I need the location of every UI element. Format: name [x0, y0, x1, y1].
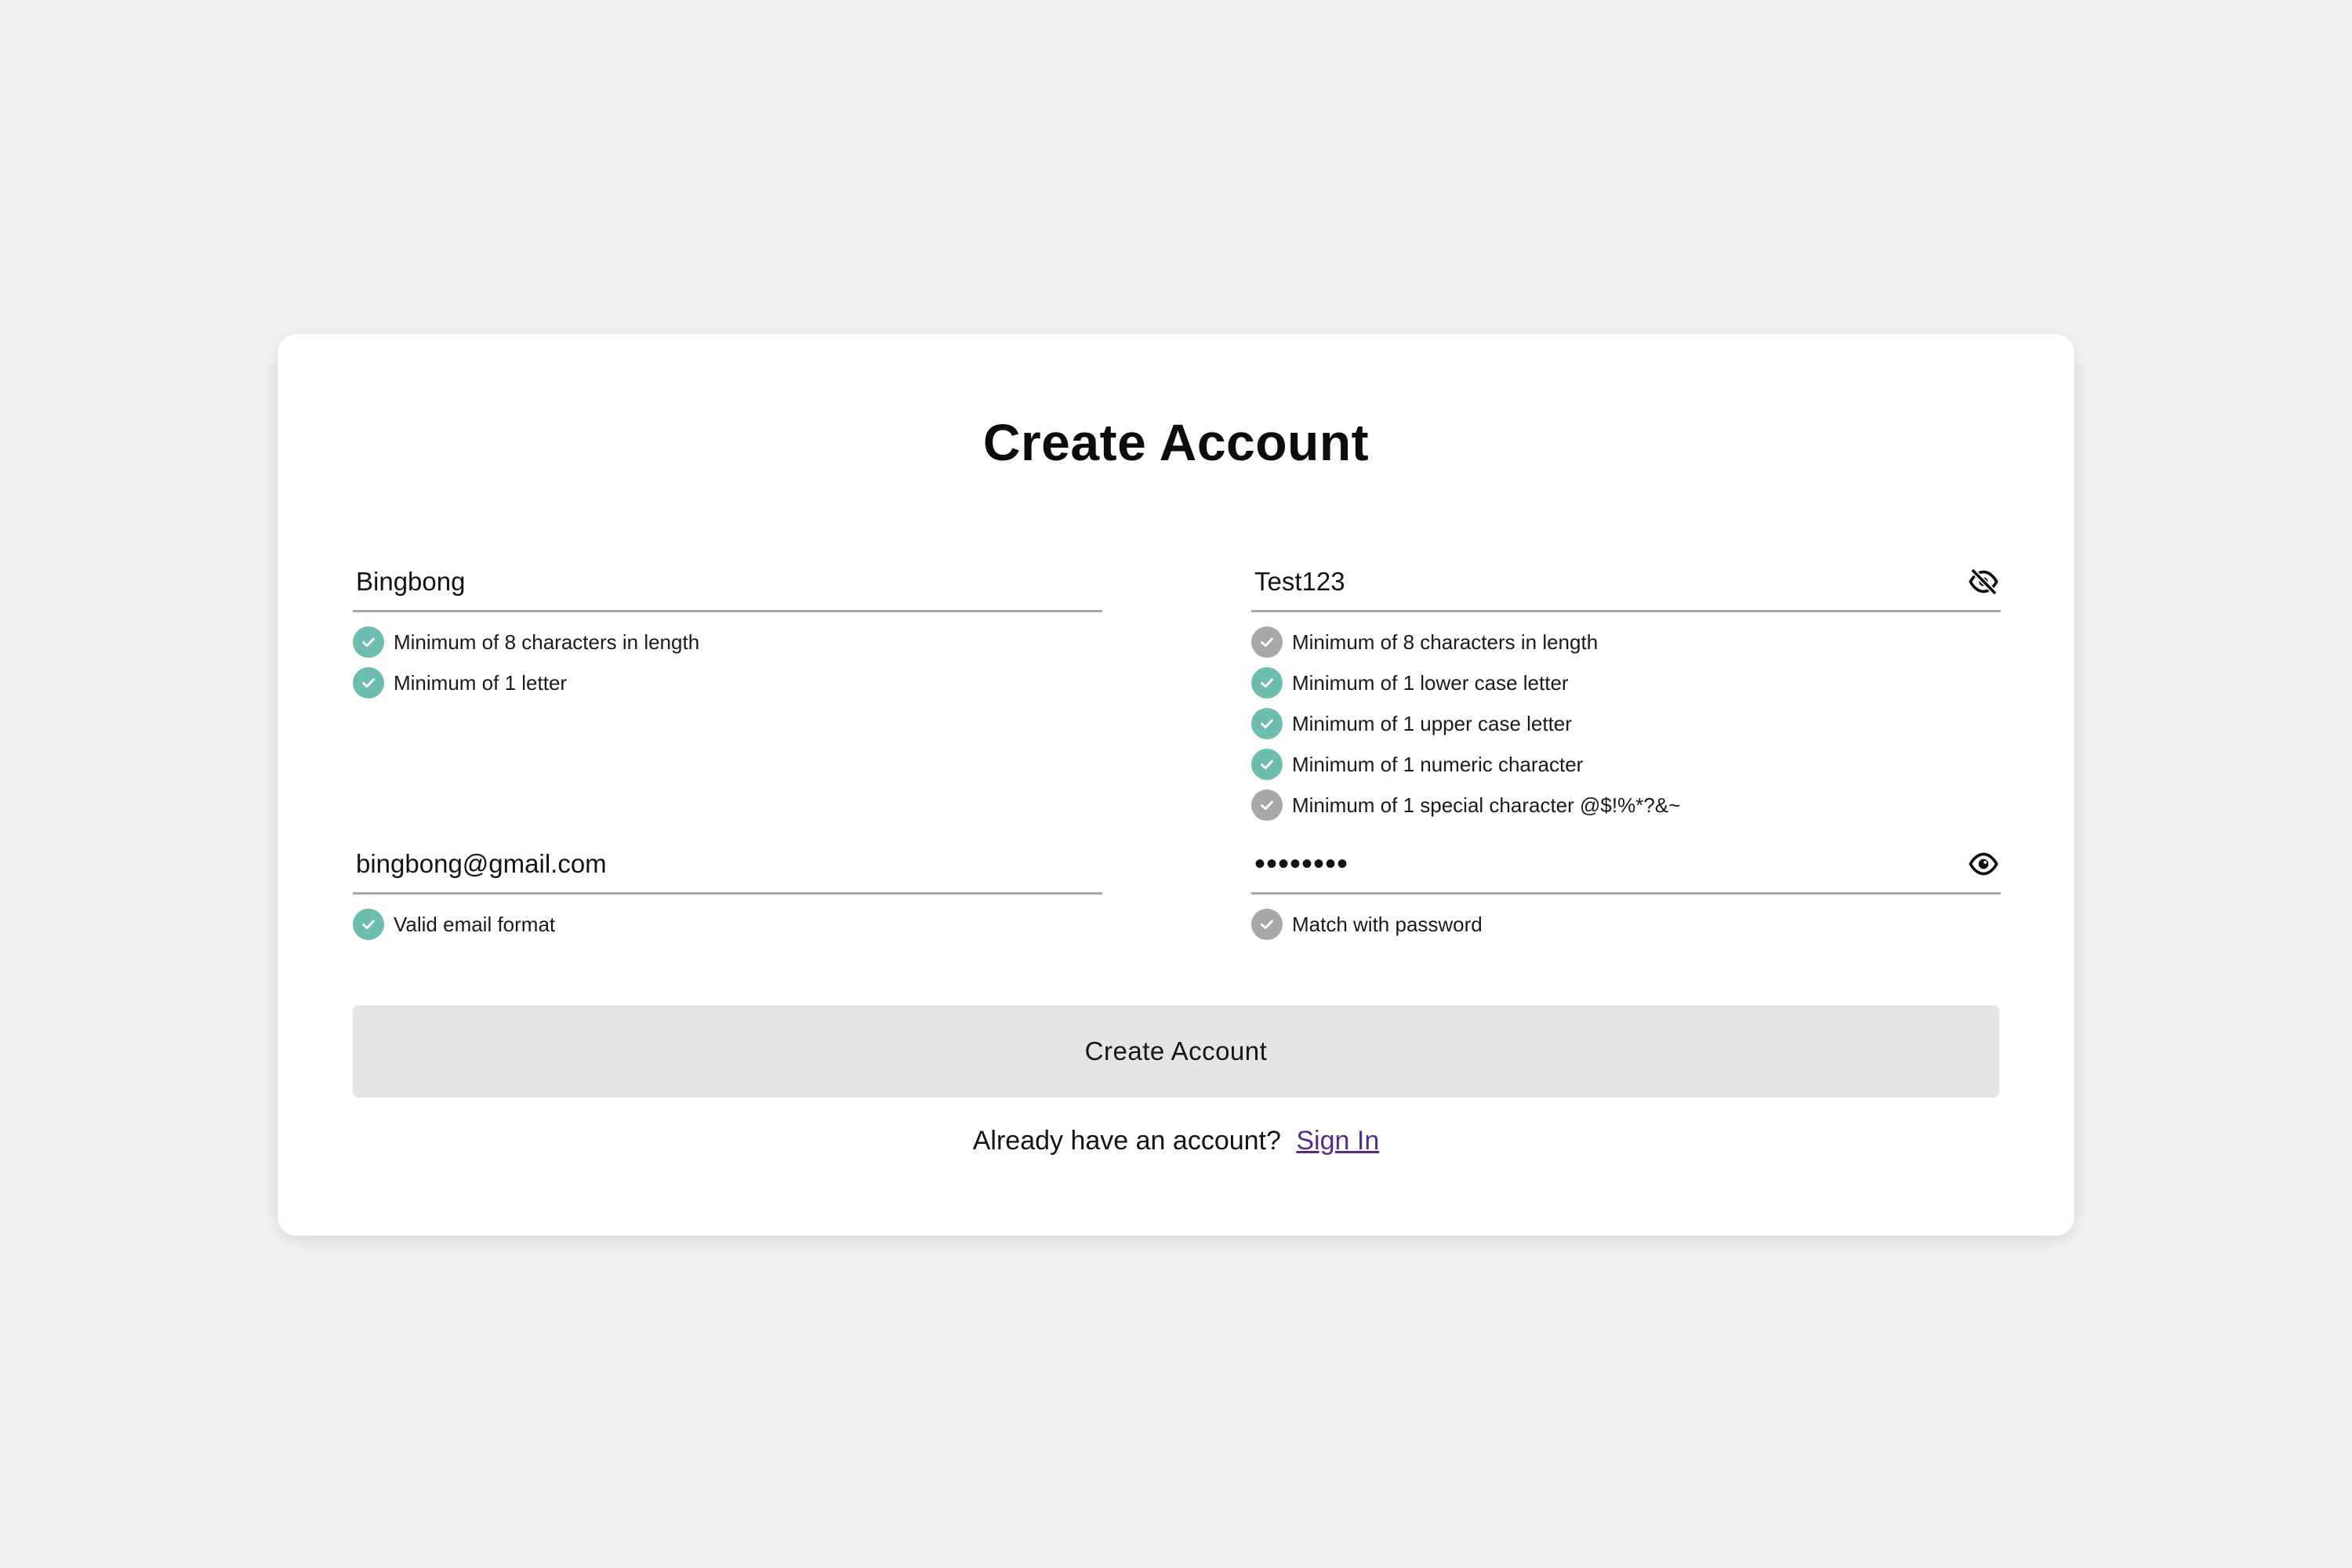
password-rule: Minimum of 1 lower case letter — [1251, 662, 2001, 703]
rule-label: Minimum of 8 characters in length — [394, 630, 700, 654]
check-circle-icon — [353, 909, 384, 940]
username-field-group: Minimum of 8 characters in length Minimum… — [353, 554, 1102, 703]
rule-label: Minimum of 8 characters in length — [1292, 630, 1599, 654]
rule-label: Minimum of 1 lower case letter — [1292, 670, 1569, 695]
rule-label: Minimum of 1 numeric character — [1292, 752, 1584, 776]
confirm-password-input-wrap — [1251, 836, 2001, 895]
rule-label: Minimum of 1 upper case letter — [1292, 711, 1572, 735]
email-rule: Valid email format — [353, 904, 1102, 945]
check-circle-icon — [1251, 708, 1283, 739]
rule-label: Valid email format — [394, 912, 556, 936]
email-rules: Valid email format — [353, 904, 1102, 945]
page-title: Create Account — [982, 413, 1370, 471]
password-input-wrap — [1251, 554, 2001, 612]
username-input-wrap — [353, 554, 1102, 612]
confirm-password-rules: Match with password — [1251, 904, 2001, 945]
signin-prompt-line: Already have an account? Sign In — [278, 1126, 2074, 1156]
confirm-password-field-group: Match with password — [1251, 836, 2001, 945]
sign-in-link[interactable]: Sign In — [1296, 1126, 1379, 1156]
email-field-group: Valid email format — [353, 836, 1102, 945]
check-circle-icon — [1251, 789, 1283, 821]
signin-prompt-text: Already have an account? — [972, 1126, 1281, 1156]
rule-label: Match with password — [1292, 912, 1483, 936]
password-rule: Minimum of 8 characters in length — [1251, 622, 2001, 662]
username-rule: Minimum of 8 characters in length — [353, 622, 1102, 662]
check-circle-icon — [353, 626, 384, 658]
check-circle-icon — [1251, 749, 1283, 780]
rule-label: Minimum of 1 special character @$!%*?&~ — [1292, 793, 1681, 817]
confirm-password-input[interactable] — [1251, 836, 1941, 892]
create-account-card: Create Account Minimum of 8 characters i… — [278, 334, 2074, 1236]
username-rules: Minimum of 8 characters in length Minimum… — [353, 622, 1102, 703]
eye-slash-icon[interactable] — [1966, 566, 2001, 597]
check-circle-icon — [1251, 909, 1283, 940]
password-rule: Minimum of 1 upper case letter — [1251, 703, 2001, 744]
email-input[interactable] — [353, 836, 1043, 892]
password-rules: Minimum of 8 characters in length Minimum… — [1251, 622, 2001, 826]
confirm-password-rule: Match with password — [1251, 904, 2001, 945]
password-rule: Minimum of 1 special character @$!%*?&~ — [1251, 785, 2001, 826]
username-input[interactable] — [353, 554, 1043, 610]
eye-icon[interactable] — [1966, 848, 2001, 880]
password-field-group: Minimum of 8 characters in length Minimum… — [1251, 554, 2001, 826]
create-account-button[interactable]: Create Account — [353, 1005, 1999, 1098]
rule-label: Minimum of 1 letter — [394, 670, 568, 695]
password-rule: Minimum of 1 numeric character — [1251, 744, 2001, 785]
check-circle-icon — [1251, 667, 1283, 699]
email-input-wrap — [353, 836, 1102, 895]
check-circle-icon — [353, 667, 384, 699]
password-input[interactable] — [1251, 554, 1941, 610]
check-circle-icon — [1251, 626, 1283, 658]
username-rule: Minimum of 1 letter — [353, 662, 1102, 703]
